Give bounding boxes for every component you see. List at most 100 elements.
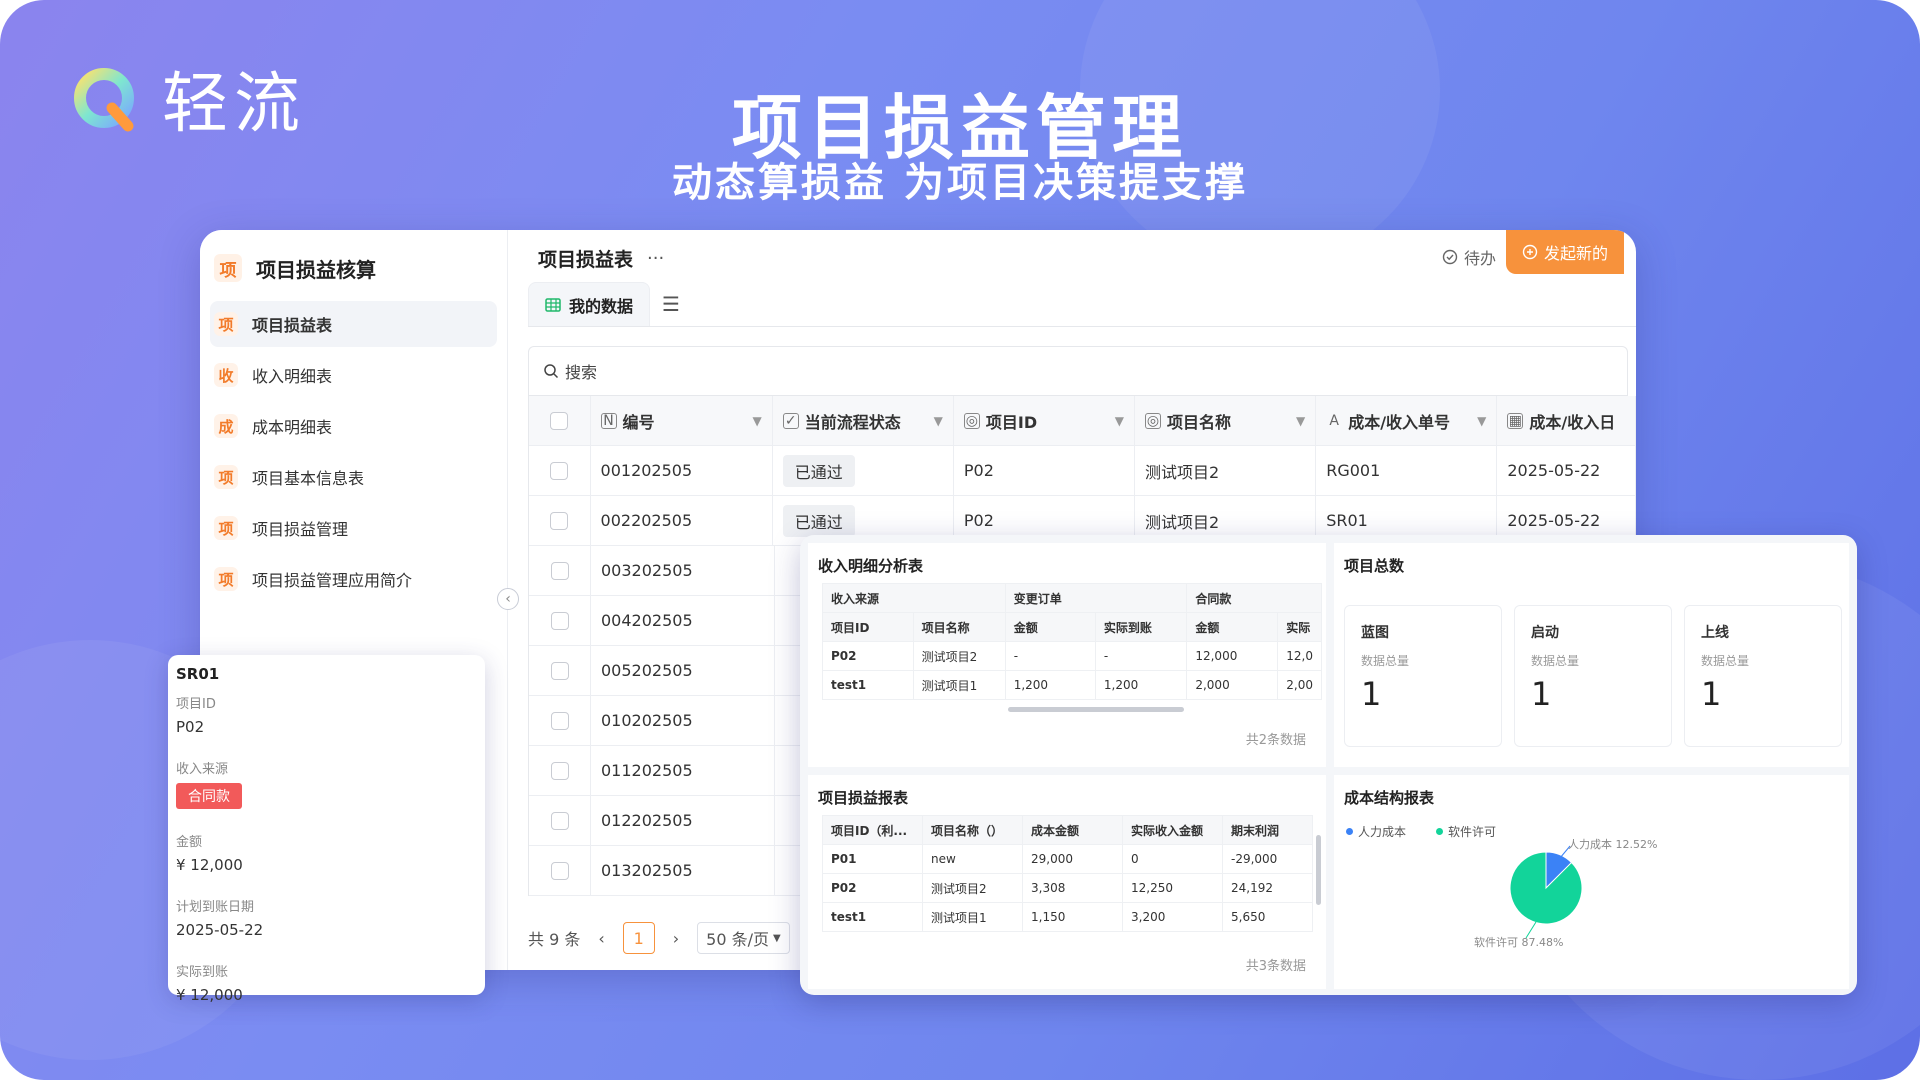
chevron-down-icon[interactable]: ▼: [752, 414, 761, 428]
chevron-down-icon[interactable]: ▼: [934, 414, 943, 428]
column-header[interactable]: N 编号 ▼: [591, 396, 773, 445]
cell: 3,200: [1122, 902, 1223, 932]
record-detail-card[interactable]: SR01 项目ID P02 收入来源 合同款 金额 ¥ 12,000 计划到账日…: [168, 655, 485, 1004]
cell: 2,000: [1186, 670, 1279, 700]
cell: P01: [822, 844, 923, 874]
kpi-sub: 数据总量: [1361, 654, 1410, 668]
row-checkbox-cell[interactable]: [529, 746, 591, 795]
chevron-down-icon[interactable]: ▼: [1296, 414, 1305, 428]
more-menu-button[interactable]: ···: [647, 248, 664, 269]
checkbox[interactable]: [550, 811, 569, 830]
chevron-down-icon: ▼: [773, 932, 781, 944]
cell: test1: [822, 902, 923, 932]
checkbox[interactable]: [550, 611, 569, 630]
checkbox[interactable]: [550, 461, 569, 480]
sidebar-item-label: 项目基本信息表: [252, 469, 365, 488]
checkbox[interactable]: [550, 561, 569, 580]
table-row[interactable]: P02 测试项目2 - - 12,000 12,0: [822, 641, 1322, 671]
column-header[interactable]: ✓ 当前流程状态 ▼: [773, 396, 954, 445]
cell-status: 已通过: [773, 446, 954, 495]
column-label: 项目ID: [985, 412, 1038, 432]
search-icon: [544, 364, 559, 379]
column-label: 金额: [1186, 612, 1279, 642]
column-header[interactable]: ▦ 成本/收入日: [1497, 396, 1636, 445]
record-count: 共2条数据: [1245, 733, 1306, 748]
income-source-badge: 合同款: [176, 783, 242, 809]
column-label: 成本金额: [1022, 815, 1123, 845]
row-checkbox-cell[interactable]: [529, 846, 591, 895]
column-header[interactable]: ◎ 项目名称 ▼: [1135, 396, 1317, 445]
row-checkbox-cell[interactable]: [529, 596, 591, 645]
pie-data-label: 软件许可 87.48%: [1474, 935, 1563, 949]
form-icon: 项: [214, 567, 238, 591]
checkbox[interactable]: [550, 661, 569, 680]
table-row[interactable]: P01 new 29,000 0 -29,000: [822, 844, 1313, 874]
tab-my-data[interactable]: 我的数据: [528, 282, 651, 326]
kpi-card[interactable]: 启动 数据总量 1: [1514, 605, 1672, 747]
checkbox-field-icon: ✓: [782, 412, 799, 429]
checkbox[interactable]: [550, 861, 569, 880]
cell: new: [922, 844, 1023, 874]
horizontal-scrollbar[interactable]: [1008, 707, 1184, 712]
search-input[interactable]: 搜索: [528, 346, 1628, 396]
kpi-card[interactable]: 上线 数据总量 1: [1684, 605, 1842, 747]
sidebar-item-project-info[interactable]: 项 项目基本信息表: [210, 454, 497, 500]
cell: 1,200: [1004, 670, 1096, 700]
cell-date: 2025-05-22: [1497, 446, 1636, 495]
prev-page-button[interactable]: ‹: [598, 929, 604, 948]
table-row[interactable]: P02 测试项目2 3,308 12,250 24,192: [822, 873, 1313, 903]
kpi-card[interactable]: 蓝图 数据总量 1: [1344, 605, 1502, 747]
page-button[interactable]: 1: [622, 922, 655, 954]
row-checkbox-cell[interactable]: [529, 446, 591, 495]
vertical-scrollbar[interactable]: [1316, 835, 1321, 905]
select-all-checkbox[interactable]: [529, 396, 591, 445]
row-checkbox-cell[interactable]: [529, 546, 591, 595]
todo-button[interactable]: 待办: [1442, 242, 1496, 272]
column-header[interactable]: ◎ 项目ID ▼: [954, 396, 1136, 445]
cell-id: 003202505: [591, 546, 775, 595]
cell: 测试项目1: [922, 902, 1023, 932]
cell: -: [1094, 641, 1188, 671]
table-row[interactable]: 001202505 已通过 P02 测试项目2 RG001 2025-05-22: [529, 446, 1636, 496]
sidebar-item-pl-management[interactable]: 项 项目损益管理: [210, 505, 497, 551]
table-row[interactable]: test1 测试项目1 1,200 1,200 2,000 2,00: [822, 670, 1322, 700]
status-badge: 已通过: [782, 504, 855, 537]
pie-chart: 人力成本 12.52% 软件许可 87.48%: [1474, 837, 1657, 949]
column-label: 项目名称: [1167, 412, 1232, 432]
cell: 24,192: [1222, 873, 1313, 903]
kpi-value: 1: [1531, 675, 1552, 713]
checkbox[interactable]: [550, 511, 569, 530]
tab-label: 我的数据: [569, 296, 634, 316]
row-checkbox-cell[interactable]: [529, 496, 591, 545]
launch-new-button[interactable]: 发起新的: [1506, 230, 1624, 274]
row-checkbox-cell[interactable]: [529, 646, 591, 695]
sidebar-item-app-intro[interactable]: 项 项目损益管理应用简介: [210, 556, 497, 602]
row-checkbox-cell[interactable]: [529, 796, 591, 845]
row-checkbox-cell[interactable]: [529, 696, 591, 745]
chevron-down-icon[interactable]: ▼: [1115, 414, 1124, 428]
sidebar-item-cost[interactable]: 成 成本明细表: [210, 403, 497, 449]
checkbox[interactable]: [550, 761, 569, 780]
sidebar-item-pl-table[interactable]: 项 项目损益表: [210, 301, 497, 347]
column-header[interactable]: A 成本/收入单号 ▼: [1316, 396, 1498, 445]
cell-project-id: P02: [954, 446, 1136, 495]
checkbox[interactable]: [550, 711, 569, 730]
checkbox[interactable]: [550, 411, 569, 430]
todo-label: 待办: [1463, 249, 1496, 268]
kpi-sub: 数据总量: [1531, 654, 1580, 668]
column-label: 编号: [622, 412, 655, 432]
cell: P02: [822, 873, 923, 903]
table-header-row: N 编号 ▼ ✓ 当前流程状态 ▼ ◎ 项目ID ▼ ◎ 项目名称 ▼ A 成本/收入单号 ▼ ▦ 成…: [529, 396, 1636, 446]
list-view-icon[interactable]: ☰: [662, 292, 680, 316]
group-header: 变更订单: [1004, 583, 1188, 613]
page-size-select[interactable]: 50 条/页 ▼: [697, 922, 790, 954]
sidebar-item-income[interactable]: 收 收入明细表: [210, 352, 497, 398]
field-label: 金额: [176, 835, 203, 850]
table-row[interactable]: test1 测试项目1 1,150 3,200 5,650: [822, 902, 1313, 932]
income-table-viewport: 收入来源 变更订单 合同款 项目ID 项目名称 金额 实际到账 金额 实际 P0…: [822, 583, 1322, 713]
pie-slice-1[interactable]: [1509, 851, 1583, 925]
chevron-down-icon[interactable]: ▼: [1477, 414, 1486, 428]
column-label: 成本/收入日: [1529, 412, 1616, 432]
check-circle-icon: [1442, 249, 1458, 265]
next-page-button[interactable]: ›: [673, 929, 679, 948]
